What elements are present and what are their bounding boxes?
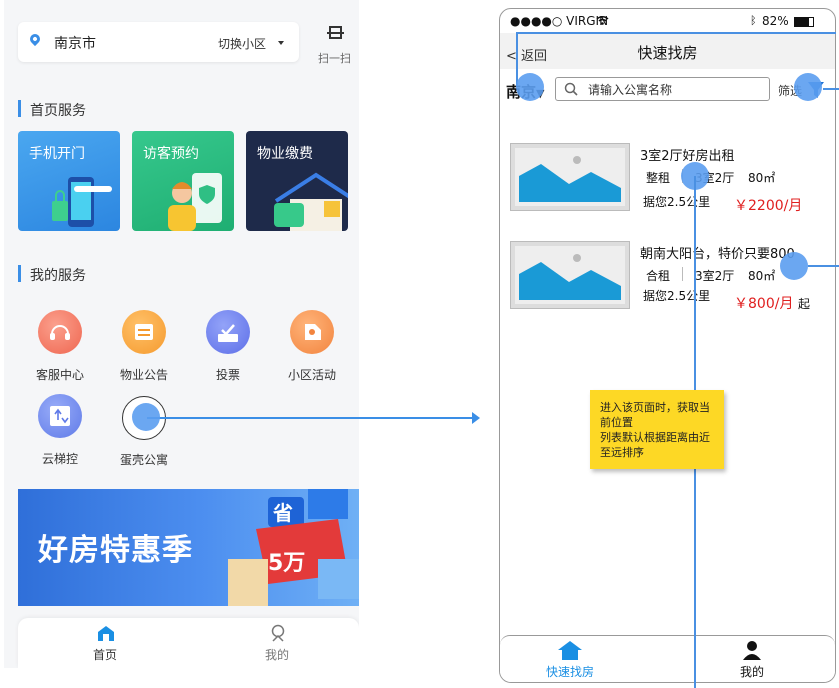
search-input[interactable]: 请输入公寓名称 (555, 77, 770, 101)
visitor-person-icon (168, 173, 222, 231)
listing-distance: 据您2.5公里 (643, 289, 711, 303)
search-row: 南京▼ 请输入公寓名称 筛选 (500, 69, 835, 111)
right-phone-screen: ●●●●○ VIRGIN ᛒ 82% < 返回 快速找房 南京▼ 请输入公寓名称… (499, 8, 836, 683)
annotation-hotspot (516, 73, 544, 101)
service-label: 小区活动 (287, 368, 336, 382)
switch-community-button[interactable]: 切换小区 (218, 35, 266, 52)
scan-label[interactable]: 扫一扫 (318, 50, 351, 66)
listing-layout: 3室2厅 (695, 269, 735, 283)
carrier-label: ●●●●○ VIRGIN (510, 14, 609, 28)
my-services-title: 我的服务 (30, 268, 86, 284)
listing-area: 80㎡ (748, 171, 776, 185)
activity-icon (290, 310, 334, 354)
banner-badge: 5万 (268, 551, 306, 576)
listing-area: 80㎡ (748, 269, 776, 283)
service-property-notice[interactable]: 物业公告 (112, 310, 176, 383)
search-placeholder: 请输入公寓名称 (588, 83, 673, 97)
service-label: 客服中心 (35, 368, 84, 382)
annotation-hotspot (780, 252, 808, 280)
scan-icon[interactable] (327, 26, 344, 39)
tab-home[interactable]: 首页 (92, 624, 118, 663)
service-vote[interactable]: 投票 (196, 310, 260, 383)
phone-unlock-icon (52, 177, 112, 227)
annotation-line (823, 88, 839, 90)
headset-icon (38, 310, 82, 354)
listing-title: 3室2厅好房出租 (640, 149, 735, 164)
bluetooth-icon: ᛒ (750, 14, 757, 27)
listing-title: 朝南大阳台，特价只要800 (640, 247, 795, 262)
banner-tag: 省 (273, 501, 293, 525)
city-label: 南京市 (54, 36, 96, 52)
annotation-line (516, 32, 518, 86)
tab-quick-find[interactable]: 快速找房 (540, 640, 600, 680)
card-label: 手机开门 (29, 146, 85, 162)
search-icon (564, 82, 578, 96)
bottom-tabbar: 首页 我的 (18, 618, 359, 668)
card-phone-door[interactable]: 手机开门 (18, 131, 120, 231)
status-bar: ●●●●○ VIRGIN ᛒ 82% (500, 9, 835, 33)
nav-bar: < 返回 快速找房 (500, 33, 835, 69)
tab-mine[interactable]: 我的 (722, 640, 782, 680)
listing-price: ￥800/月 (734, 296, 794, 312)
service-label: 蛋壳公寓 (119, 453, 168, 467)
image-placeholder-icon (515, 246, 625, 304)
user-icon (743, 641, 761, 660)
tab-label: 首页 (92, 648, 117, 662)
card-label: 物业缴费 (257, 146, 313, 162)
battery-icon (794, 17, 814, 27)
wifi-icon (596, 16, 609, 25)
listing-distance: 据您2.5公里 (643, 195, 711, 209)
home-services-title: 首页服务 (30, 103, 86, 119)
annotation-line (808, 265, 839, 267)
tab-mine[interactable]: 我的 (264, 624, 290, 663)
service-label: 物业公告 (119, 368, 168, 382)
note-text: 进入该页面时，获取当前位置 列表默认根据距离由近至远排序 (600, 401, 710, 459)
banner-title: 好房特惠季 (38, 533, 193, 568)
listing-type: 整租 (646, 171, 671, 185)
location-bar[interactable]: 南京市 切换小区 (18, 22, 299, 62)
card-property-fee[interactable]: 物业缴费 (246, 131, 348, 231)
elevator-icon (38, 394, 82, 438)
listing-price-suffix: 起 (798, 297, 811, 311)
tab-label: 快速找房 (545, 665, 594, 679)
divider (682, 267, 683, 281)
annotation-line (516, 32, 836, 34)
service-customer-center[interactable]: 客服中心 (28, 310, 92, 383)
bottom-tabbar: 快速找房 我的 (500, 635, 835, 682)
listing-image (510, 143, 630, 211)
notice-icon (122, 310, 166, 354)
flow-arrow-icon (472, 412, 480, 424)
listing-type: 合租 (646, 269, 671, 283)
section-marker (18, 100, 21, 117)
listing-price: ￥2200/月 (734, 198, 803, 214)
location-pin-icon (27, 31, 43, 47)
page-title: 快速找房 (637, 44, 698, 62)
annotation-hotspot (794, 73, 822, 101)
tab-label: 我的 (739, 665, 764, 679)
annotation-sticky-note: 进入该页面时，获取当前位置 列表默认根据距离由近至远排序 (590, 390, 724, 469)
battery-label: 82% (762, 14, 789, 28)
house-icon (558, 641, 582, 660)
user-icon (271, 624, 285, 642)
card-visitor-booking[interactable]: 访客预约 (132, 131, 234, 231)
card-label: 访客预约 (143, 146, 199, 162)
flow-connector-line (147, 417, 473, 419)
service-label: 云梯控 (41, 452, 78, 466)
annotation-hotspot (132, 403, 160, 431)
service-elevator-control[interactable]: 云梯控 (28, 394, 92, 467)
section-marker (18, 265, 21, 282)
tab-label: 我的 (264, 648, 289, 662)
image-placeholder-icon (515, 148, 625, 206)
dropdown-arrow-icon (278, 41, 284, 45)
service-community-activity[interactable]: 小区活动 (280, 310, 344, 383)
listing-image (510, 241, 630, 309)
vote-icon (206, 310, 250, 354)
home-icon (98, 626, 114, 641)
promo-banner[interactable]: 好房特惠季 省 5万 (18, 489, 359, 606)
left-phone-screen: 南京市 切换小区 扫一扫 首页服务 手机开门 访客预约 物业缴费 我的服务 客服… (4, 0, 359, 668)
house-wallet-icon (274, 172, 348, 231)
service-label: 投票 (215, 368, 240, 382)
listing-item[interactable]: 3室2厅好房出租 整租 3室2厅 80㎡ 据您2.5公里 ￥2200/月 (500, 135, 835, 219)
